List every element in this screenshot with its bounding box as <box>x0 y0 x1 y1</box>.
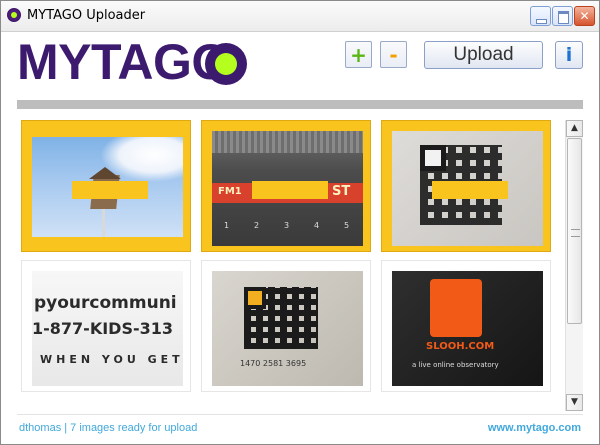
website-link[interactable]: www.mytago.com <box>488 422 581 434</box>
scroll-up-button[interactable]: ▲ <box>566 120 583 137</box>
logo-dot-icon <box>205 43 247 85</box>
image-gallery: FM1 ST 1 2 3 4 5 pyourcommuni 1-877-KIDS… <box>17 116 562 412</box>
header-divider <box>17 100 583 109</box>
printed-text-photo: pyourcommuni 1-877-KIDS-313 WHEN YOU GET <box>32 271 183 386</box>
maximize-icon <box>558 11 569 24</box>
window-title: MYTAGO Uploader <box>27 8 146 23</box>
remove-image-button[interactable]: - <box>380 41 407 68</box>
qr-number-photo: 1470 2581 3695 <box>212 271 363 386</box>
redaction-box <box>432 181 508 199</box>
chevron-up-icon: ▲ <box>571 123 578 133</box>
grip-icon <box>571 229 580 237</box>
image-tile[interactable] <box>21 120 191 252</box>
image-tile[interactable] <box>381 120 551 252</box>
image-tile[interactable]: 1470 2581 3695 <box>201 260 371 392</box>
redaction-box <box>72 181 148 199</box>
chevron-down-icon: ▼ <box>571 397 578 407</box>
minimize-button[interactable] <box>530 6 551 26</box>
gallery-scrollbar[interactable]: ▲ ▼ <box>565 120 583 411</box>
close-icon: ✕ <box>579 9 590 23</box>
title-bar[interactable]: MYTAGO Uploader ✕ <box>1 1 599 32</box>
app-icon <box>7 8 21 22</box>
scroll-down-button[interactable]: ▼ <box>566 394 583 411</box>
image-tile[interactable]: FM1 ST 1 2 3 4 5 <box>201 120 371 252</box>
logo-text: MYTAGO <box>17 34 230 90</box>
close-button[interactable]: ✕ <box>574 6 595 26</box>
minimize-icon <box>536 19 547 24</box>
redaction-box <box>252 181 328 199</box>
image-tile[interactable]: pyourcommuni 1-877-KIDS-313 WHEN YOU GET <box>21 260 191 392</box>
mytago-logo: MYTAGO <box>17 34 257 90</box>
upload-button[interactable]: Upload <box>424 41 543 69</box>
scroll-thumb[interactable] <box>567 138 582 324</box>
add-image-button[interactable]: + <box>345 41 372 68</box>
status-text: dthomas | 7 images ready for upload <box>19 422 198 434</box>
slooh-card-photo: SLOOH.COM a live online observatory <box>392 271 543 386</box>
info-button[interactable]: i <box>555 41 583 69</box>
image-tile[interactable]: SLOOH.COM a live online observatory <box>381 260 551 392</box>
uploader-window: MYTAGO Uploader ✕ MYTAGO + - Upload i FM… <box>0 0 600 445</box>
maximize-button[interactable] <box>552 6 573 26</box>
status-divider <box>17 414 583 415</box>
